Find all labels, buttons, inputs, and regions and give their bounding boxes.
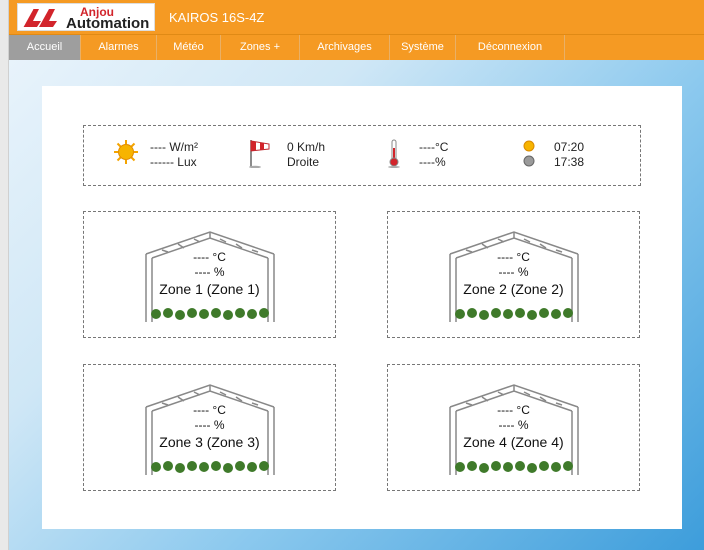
browser-left-edge xyxy=(0,0,9,550)
zone-card-1[interactable]: ---- °C ---- % Zone 1 (Zone 1) xyxy=(83,211,336,338)
app-title: KAIROS 16S-4Z xyxy=(169,10,265,25)
temperature-value: ----°C xyxy=(419,140,449,154)
radiation-value: ---- W/m² xyxy=(150,140,198,154)
luminosity-value: ------ Lux xyxy=(150,155,197,169)
zone-temperature: ---- °C xyxy=(497,250,530,264)
sunset-time: 17:38 xyxy=(554,155,585,169)
zone-name: Zone 2 (Zone 2) xyxy=(463,281,564,297)
zone-temperature: ---- °C xyxy=(193,250,226,264)
zone-name: Zone 3 (Zone 3) xyxy=(159,434,260,450)
zone-humidity: ---- % xyxy=(194,418,225,432)
zone-humidity: ---- % xyxy=(498,418,529,432)
main-nav: Accueil Alarmes Météo Zones + Archivages… xyxy=(9,34,704,60)
sun-icon xyxy=(114,140,138,164)
zone-name: Zone 4 (Zone 4) xyxy=(463,434,564,450)
windsock-icon xyxy=(249,140,270,168)
nav-item-meteo[interactable]: Météo xyxy=(157,35,221,60)
weather-summary[interactable]: ---- W/m² ------ Lux 0 Km/h Droite ----°… xyxy=(83,125,641,186)
nav-item-systeme[interactable]: Système xyxy=(390,35,456,60)
nav-item-alarmes[interactable]: Alarmes xyxy=(81,35,157,60)
plants-icon xyxy=(455,308,573,320)
zone-card-4[interactable]: ---- °C ---- % Zone 4 (Zone 4) xyxy=(387,364,640,491)
humidity-value: ----% xyxy=(419,155,446,169)
brand-logo[interactable]: Anjou Automation xyxy=(17,3,155,32)
nav-item-accueil[interactable]: Accueil xyxy=(9,35,81,60)
zone-card-2[interactable]: ---- °C ---- % Zone 2 (Zone 2) xyxy=(387,211,640,338)
zone-humidity: ---- % xyxy=(498,265,529,279)
app-header: Anjou Automation KAIROS 16S-4Z xyxy=(9,0,704,34)
sunrise-icon xyxy=(523,140,535,152)
plants-icon xyxy=(151,461,269,473)
thermometer-icon xyxy=(388,139,400,168)
plants-icon xyxy=(455,461,573,473)
nav-item-zones[interactable]: Zones + xyxy=(221,35,300,60)
wind-speed-value: 0 Km/h xyxy=(287,140,326,154)
logo-mark-icon xyxy=(22,8,57,28)
plants-icon xyxy=(151,308,269,320)
nav-item-deconnexion[interactable]: Déconnexion xyxy=(456,35,565,60)
zone-temperature: ---- °C xyxy=(497,403,530,417)
zone-humidity: ---- % xyxy=(194,265,225,279)
zone-temperature: ---- °C xyxy=(193,403,226,417)
sunrise-time: 07:20 xyxy=(554,140,585,154)
nav-item-archivages[interactable]: Archivages xyxy=(300,35,390,60)
zone-card-3[interactable]: ---- °C ---- % Zone 3 (Zone 3) xyxy=(83,364,336,491)
wind-direction-value: Droite xyxy=(287,155,320,169)
sunset-icon xyxy=(523,155,535,167)
logo-text-automation: Automation xyxy=(66,15,150,32)
zone-name: Zone 1 (Zone 1) xyxy=(159,281,260,297)
